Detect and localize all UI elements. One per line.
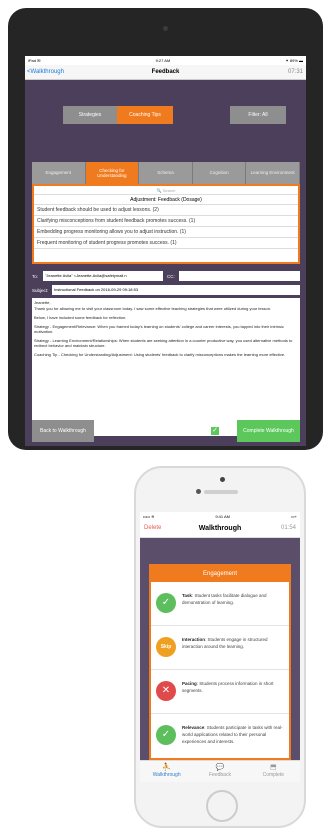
back-to-walkthrough-button[interactable]: Back to Walkthrough xyxy=(32,420,94,442)
status-bar: ••••• ≋ 9:41 AM ▭+ xyxy=(140,512,300,520)
item-text: Pacing: Students process information in … xyxy=(182,680,286,694)
walkthrough-icon: ⛹ xyxy=(162,764,172,771)
status-time: 9:41 AM xyxy=(215,513,231,519)
ipad-screen: iPad ✉ 9:27 AM ✶ 89% ▬ <Walkthrough Feed… xyxy=(25,56,306,446)
tab-complete[interactable]: ⬒ Complete xyxy=(247,761,300,782)
ipad-device: iPad ✉ 9:27 AM ✶ 89% ▬ <Walkthrough Feed… xyxy=(8,8,323,450)
tab-label: Walkthrough xyxy=(152,772,181,778)
ipad-camera xyxy=(163,26,168,31)
subject-row: Subject: Instructional Feedback on 2016-… xyxy=(32,284,300,296)
tab-label: Complete xyxy=(262,772,285,778)
to-field[interactable]: "Jeanette Avila" <Jeanette.Avila@safetym… xyxy=(43,271,163,281)
item-title: Task xyxy=(182,593,192,598)
card-header: Engagement xyxy=(151,566,289,582)
table-header: Adjustment: Feedback (Dosage) xyxy=(34,195,298,205)
email-line: Thank you for allowing me to visit your … xyxy=(34,306,272,311)
email-line: Below, I have included some feedback for… xyxy=(34,315,127,320)
check-icon[interactable]: ✓ xyxy=(156,725,176,745)
tab-engagement[interactable]: Engagement xyxy=(32,162,86,184)
send-email-label: Send Email Feedback xyxy=(136,427,186,434)
to-label: To: xyxy=(32,273,39,279)
cc-label: CC: xyxy=(167,273,175,279)
email-form: To: "Jeanette Avila" <Jeanette.Avila@saf… xyxy=(32,270,300,436)
list-item[interactable]: Skip Interaction: Students engage in str… xyxy=(151,626,289,670)
filter-button[interactable]: Filter: All xyxy=(230,106,286,124)
tab-bar: ⛹ Walkthrough 💬 Feedback ⬒ Complete xyxy=(140,760,300,782)
status-battery: ▭+ xyxy=(290,513,297,519)
list-item[interactable]: ✕ Pacing: Students process information i… xyxy=(151,670,289,714)
engagement-card: Engagement ✓ Task: Student tasks facilit… xyxy=(149,564,291,760)
item-title: Relevance xyxy=(182,725,205,730)
strategies-toggle[interactable]: Strategies xyxy=(63,106,117,124)
status-signal: ••••• ≋ xyxy=(143,513,155,519)
timer: 01:54 xyxy=(280,525,296,531)
status-battery: ✶ 89% ▬ xyxy=(285,58,303,63)
table-row[interactable]: Frequent monitoring of student progress … xyxy=(34,238,298,249)
table-row[interactable]: Embedding progress monitoring allows you… xyxy=(34,227,298,238)
page-title: Walkthrough xyxy=(198,525,242,532)
nav-bar: <Walkthrough Feedback 07:31 xyxy=(25,65,306,80)
to-row: To: "Jeanette Avila" <Jeanette.Avila@saf… xyxy=(32,270,300,282)
complete-walkthrough-button[interactable]: Complete Walkthrough xyxy=(237,420,300,442)
tab-checking-for-understanding[interactable]: Checking for Understanding xyxy=(85,162,140,184)
x-icon[interactable]: ✕ xyxy=(156,681,176,701)
skip-icon[interactable]: Skip xyxy=(156,637,176,657)
item-title: Pacing xyxy=(182,681,197,686)
phone-camera xyxy=(196,489,201,494)
home-button[interactable] xyxy=(206,790,238,822)
item-text: Interaction: Students engage in structur… xyxy=(182,636,286,650)
phone-speaker xyxy=(204,490,238,494)
status-carrier: iPad ✉ xyxy=(28,58,41,63)
tab-cognition[interactable]: Cognition xyxy=(192,162,247,184)
check-icon[interactable]: ✓ xyxy=(156,593,176,613)
status-bar: iPad ✉ 9:27 AM ✶ 89% ▬ xyxy=(25,56,306,65)
list-item[interactable]: ✓ Relevance: Students participate in tas… xyxy=(151,714,289,758)
tab-schema[interactable]: Schema xyxy=(139,162,193,184)
status-time: 9:27 AM xyxy=(155,58,171,63)
complete-icon: ⬒ xyxy=(270,764,277,771)
page-title: Feedback xyxy=(151,69,180,75)
coaching-tips-toggle[interactable]: Coaching Tips xyxy=(117,106,173,124)
timer: 07:31 xyxy=(287,69,303,75)
email-line: Strategy - Learning Environment/Relation… xyxy=(34,338,293,348)
table-row[interactable]: Clarifying misconceptions from student f… xyxy=(34,216,298,227)
cc-field[interactable] xyxy=(179,271,300,281)
table-row[interactable]: Student feedback should be used to adjus… xyxy=(34,205,298,216)
coaching-tips-table: 🔍 Search Adjustment: Feedback (Dosage) S… xyxy=(32,184,300,264)
category-tabs: Engagement Checking for Understanding Sc… xyxy=(32,162,300,184)
tab-walkthrough[interactable]: ⛹ Walkthrough xyxy=(140,761,193,782)
subject-field[interactable]: Instructional Feedback on 2016-09-29 09:… xyxy=(52,285,300,295)
tab-learning-environment[interactable]: Learning Environment xyxy=(246,162,300,184)
email-line: Coaching Tip - Checking for Understandin… xyxy=(34,352,286,357)
email-line: Strategy - Engagement/Relevance: When yo… xyxy=(34,324,284,334)
email-line: Jeanette, xyxy=(34,300,51,305)
tab-feedback[interactable]: 💬 Feedback xyxy=(193,761,246,782)
phone-front-sensor xyxy=(220,477,225,482)
iphone-device: ••••• ≋ 9:41 AM ▭+ Delete Walkthrough 01… xyxy=(134,466,306,828)
iphone-screen: ••••• ≋ 9:41 AM ▭+ Delete Walkthrough 01… xyxy=(140,512,300,782)
search-input[interactable]: 🔍 Search xyxy=(34,186,298,195)
email-body[interactable]: Jeanette, Thank you for allowing me to v… xyxy=(32,298,300,436)
item-text: Relevance: Students participate in tasks… xyxy=(182,724,286,745)
subject-label: Subject: xyxy=(32,287,49,293)
list-item[interactable]: ✓ Task: Student tasks facilitate dialogu… xyxy=(151,582,289,626)
feedback-icon: 💬 xyxy=(215,764,225,771)
tab-label: Feedback xyxy=(209,772,231,778)
nav-bar: Delete Walkthrough 01:54 xyxy=(140,520,300,538)
send-email-checkbox[interactable]: ✓ xyxy=(210,426,220,436)
item-description: : Student tasks facilitate dialogue and … xyxy=(182,593,267,605)
item-text: Task: Student tasks facilitate dialogue … xyxy=(182,592,286,606)
item-title: Interaction xyxy=(182,637,206,642)
